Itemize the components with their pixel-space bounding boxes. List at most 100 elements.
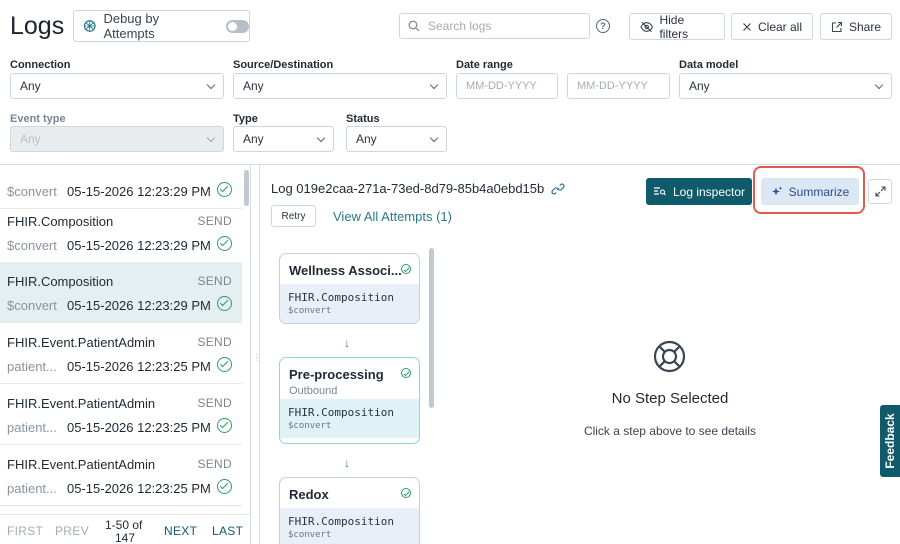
success-check-icon [217, 236, 232, 251]
debug-by-attempts-toggle[interactable]: Debug by Attempts [73, 10, 250, 42]
share-label: Share [848, 19, 881, 34]
step-name: Redox [289, 487, 329, 502]
type-value: Any [243, 132, 264, 146]
pagination: FIRST PREV 1-50 of 147 NEXT LAST [0, 514, 250, 544]
search-input[interactable] [428, 19, 578, 33]
hide-filters-button[interactable]: Hide filters [629, 13, 725, 41]
log-list[interactable]: $convert 05-15-2026 12:23:29 PM FHIR.Com… [0, 165, 242, 513]
log-row-tag: SEND [197, 214, 232, 228]
step-name: Pre-processing [289, 367, 384, 382]
next-page-button[interactable]: NEXT [164, 524, 197, 538]
debug-switch[interactable] [225, 19, 249, 33]
source-destination-value: Any [243, 79, 264, 93]
step-direction: Outbound [289, 385, 338, 397]
status-label: Status [346, 113, 380, 125]
success-check-icon [217, 296, 232, 311]
event-type-select: Any [10, 126, 224, 152]
first-page-button[interactable]: FIRST [7, 524, 43, 538]
feedback-tab[interactable]: Feedback [880, 405, 900, 477]
lifebuoy-icon [653, 340, 686, 373]
date-from-field[interactable]: MM-DD-YYYY [456, 73, 558, 99]
data-model-value: Any [689, 79, 710, 93]
log-row-name: FHIR.Composition [7, 214, 114, 229]
log-row-name: FHIR.Event.PatientAdmin [7, 335, 156, 350]
summarize-button[interactable]: Summarize [761, 178, 859, 205]
success-check-icon [401, 368, 411, 378]
log-row-operation: patient... [7, 359, 57, 374]
status-select[interactable]: Any [346, 126, 447, 152]
type-label: Type [233, 113, 258, 125]
success-check-icon [217, 357, 232, 372]
success-check-icon [217, 418, 232, 433]
log-row[interactable]: FHIR.Event.PatientAdmin SEND patient... … [0, 445, 242, 506]
date-to-field[interactable]: MM-DD-YYYY [567, 73, 670, 99]
retry-button[interactable]: Retry [271, 205, 316, 227]
log-inspector-button[interactable]: Log inspector [646, 178, 752, 205]
log-row-time: 05-15-2026 12:23:25 PM [67, 359, 211, 374]
log-row-tag: SEND [197, 274, 232, 288]
step-body: FHIR.Composition $convert [280, 508, 419, 544]
steps-scrollbar[interactable] [429, 248, 434, 408]
data-model-select[interactable]: Any [679, 73, 892, 99]
step-card[interactable]: Pre-processing Outbound FHIR.Composition… [279, 357, 420, 444]
log-list-scrollbar[interactable] [244, 170, 249, 206]
log-row-operation: $convert [7, 298, 57, 313]
debug-label: Debug by Attempts [103, 11, 160, 41]
type-select[interactable]: Any [233, 126, 334, 152]
log-row-time: 05-15-2026 12:23:29 PM [67, 238, 211, 253]
step-data-model: FHIR.Composition [288, 406, 394, 419]
last-page-button[interactable]: LAST [212, 524, 243, 538]
log-row-time: 05-15-2026 12:23:29 PM [67, 298, 211, 313]
summarize-label: Summarize [788, 184, 850, 199]
log-row-selected[interactable]: FHIR.Composition SEND $convert 05-15-202… [0, 262, 242, 323]
step-card[interactable]: Redox FHIR.Composition $convert [279, 477, 420, 544]
log-row[interactable]: FHIR.Event.PatientAdmin SEND patient... … [0, 384, 242, 445]
eye-off-icon [640, 21, 654, 32]
chevron-down-icon [206, 133, 216, 142]
empty-state-title: No Step Selected [611, 390, 729, 407]
empty-state-subtitle: Click a step above to see details [583, 424, 757, 438]
step-operation: $convert [288, 530, 332, 540]
help-icon[interactable]: ? [596, 19, 610, 33]
step-data-model: FHIR.Composition [288, 515, 394, 528]
source-destination-label: Source/Destination [233, 59, 334, 71]
clear-all-label: Clear all [758, 19, 803, 34]
bug-icon [83, 20, 96, 32]
link-icon[interactable] [551, 182, 565, 196]
log-inspector-label: Log inspector [672, 184, 746, 199]
close-icon [743, 22, 751, 31]
connection-select[interactable]: Any [10, 73, 224, 99]
log-row-name: FHIR.Event.PatientAdmin [7, 396, 156, 411]
log-row-operation: $convert [7, 184, 57, 199]
success-check-icon [401, 488, 411, 498]
search-icon [408, 20, 420, 32]
page-title: Logs [10, 12, 65, 40]
share-button[interactable]: Share [820, 13, 892, 40]
expand-icon [874, 186, 886, 197]
connection-value: Any [20, 79, 41, 93]
log-row-name: FHIR.Event.PatientAdmin [7, 457, 156, 472]
log-row-operation: patient... [7, 481, 57, 496]
log-row[interactable]: FHIR.Composition SEND $convert 05-15-202… [0, 202, 242, 263]
chevron-down-icon [206, 80, 216, 89]
feedback-label: Feedback [883, 413, 897, 469]
data-model-label: Data model [679, 59, 739, 71]
success-check-icon [217, 479, 232, 494]
clear-all-button[interactable]: Clear all [731, 13, 813, 40]
expand-button[interactable] [868, 179, 892, 204]
step-card[interactable]: Wellness Associ... FHIR.Composition $con… [279, 253, 420, 324]
step-name: Wellness Associ... [289, 263, 402, 278]
view-all-attempts-link[interactable]: View All Attempts (1) [333, 209, 452, 224]
log-row[interactable]: FHIR.Event.PatientAdmin SEND patient... … [0, 323, 242, 384]
log-row-time: 05-15-2026 12:23:29 PM [67, 184, 211, 199]
source-destination-select[interactable]: Any [233, 73, 447, 99]
step-operation: $convert [288, 421, 332, 431]
sparkle-icon [771, 186, 782, 195]
drag-handle-icon[interactable]: ⋮ [253, 353, 261, 362]
inspector-icon [653, 187, 666, 196]
prev-page-button[interactable]: PREV [55, 524, 89, 538]
chevron-down-icon [874, 80, 884, 89]
search-box[interactable] [399, 13, 590, 39]
log-row-time: 05-15-2026 12:23:25 PM [67, 481, 211, 496]
page-range: 1-50 of [105, 518, 143, 532]
